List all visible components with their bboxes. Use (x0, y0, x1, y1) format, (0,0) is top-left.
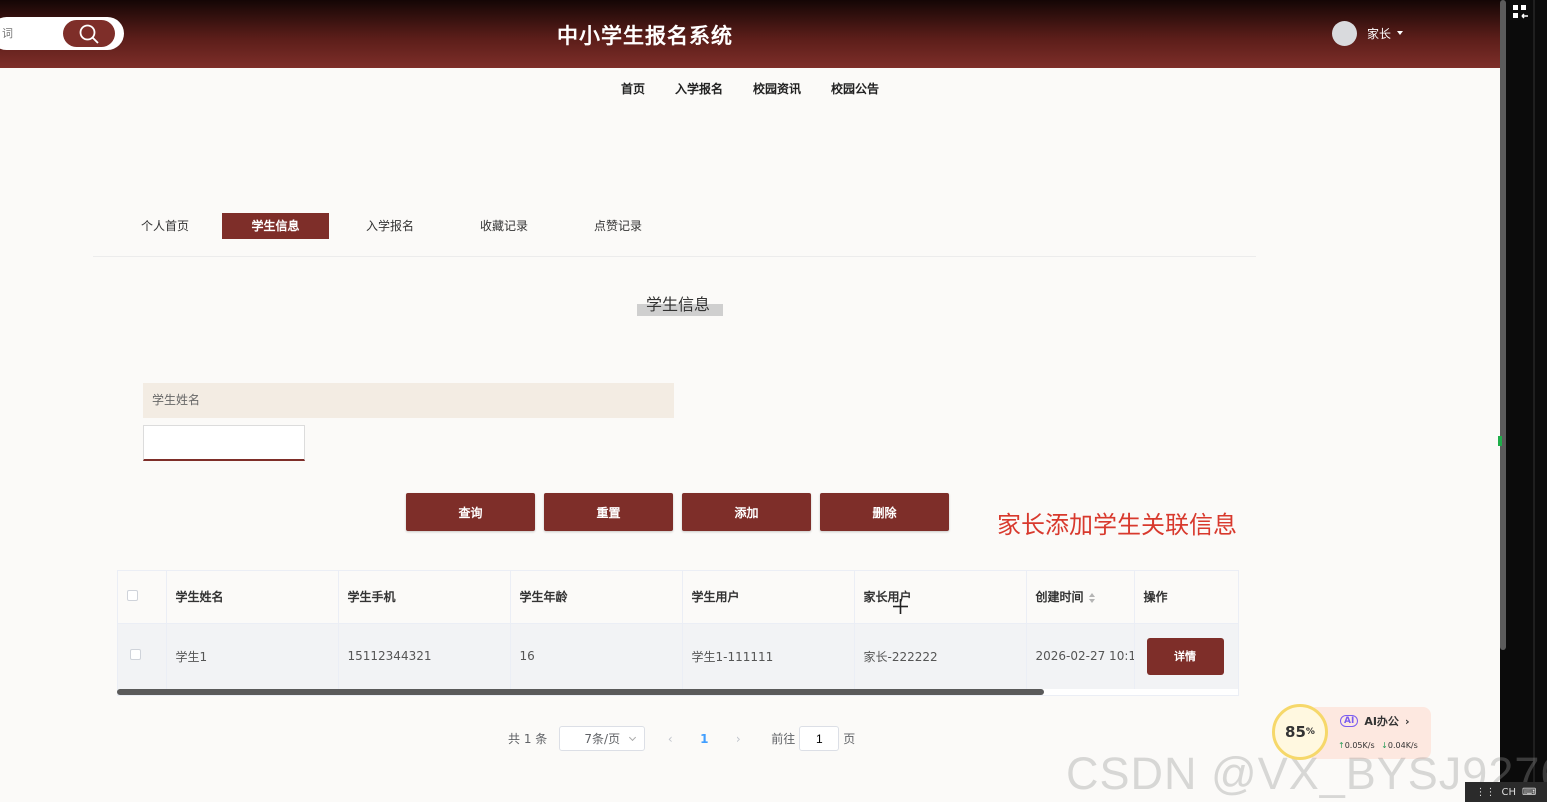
chevron-right-icon: › (1404, 714, 1410, 728)
select-all-cell (118, 571, 167, 624)
col-created-time[interactable]: 创建时间 (1026, 571, 1135, 624)
user-name: 家长 (1367, 26, 1392, 41)
col-student-phone: 学生手机 (338, 571, 511, 624)
col-actions: 操作 (1134, 571, 1238, 624)
sort-icon[interactable] (1088, 592, 1095, 603)
detail-button[interactable]: 详情 (1146, 637, 1224, 675)
strip-divider (1533, 0, 1535, 802)
system-tray: ⋮⋮ CH ⌨ (1465, 782, 1547, 802)
prev-page-button[interactable]: ‹ (653, 732, 687, 746)
profile-tabs: 个人首页 学生信息 入学报名 收藏记录 点赞记录 (108, 213, 675, 239)
main-nav: 首页 入学报名 校园资讯 校园公告 (0, 80, 1500, 98)
user-menu[interactable]: 家长 (1332, 20, 1404, 46)
search-box (0, 17, 124, 50)
right-panel-strip (1500, 0, 1547, 802)
row-checkbox[interactable] (130, 649, 141, 661)
pagination: 共 1 条 7条/页 ‹ 1 › 前往 页 (508, 726, 855, 751)
select-all-checkbox[interactable] (127, 589, 138, 601)
tab-likes[interactable]: 点赞记录 (561, 213, 675, 239)
cell-created-time: 2026-02-27 10:19:0 (1026, 623, 1135, 689)
action-bar: 查询 重置 添加 删除 (406, 493, 949, 531)
avatar (1332, 20, 1357, 46)
page-size-select[interactable]: 7条/页 (559, 726, 646, 751)
memory-gauge: 85% (1272, 704, 1328, 760)
tab-divider (93, 256, 1256, 257)
col-created-time-label: 创建时间 (1035, 590, 1084, 605)
input-language[interactable]: CH (1502, 787, 1517, 798)
chevron-down-icon (629, 733, 637, 742)
student-name-input[interactable] (143, 425, 305, 461)
ai-badge: AI (1340, 715, 1359, 727)
horizontal-scrollbar[interactable] (117, 689, 1044, 695)
student-table: 学生姓名 学生手机 学生年龄 学生用户 家长用户 创建时间 操作 学生1 151… (117, 570, 1239, 696)
next-page-button[interactable]: › (721, 732, 755, 746)
crosshair-cursor-icon (893, 599, 908, 614)
reset-button[interactable]: 重置 (544, 493, 673, 531)
table-row: 学生1 15112344321 16 学生1-111111 家长-222222 … (118, 623, 1238, 689)
page-suffix: 页 (843, 732, 856, 746)
total-count: 共 1 条 (508, 732, 548, 746)
query-button[interactable]: 查询 (406, 493, 535, 531)
tab-student-info[interactable]: 学生信息 (222, 213, 329, 239)
filter-label: 学生姓名 (143, 383, 674, 418)
col-parent-user: 家长用户 (854, 571, 1027, 624)
section-title: 学生信息 (645, 295, 710, 314)
page-size-value: 7条/页 (584, 732, 621, 746)
tab-favorites[interactable]: 收藏记录 (447, 213, 561, 239)
search-input[interactable] (0, 17, 54, 50)
caret-down-icon (1397, 31, 1404, 35)
tab-profile-home[interactable]: 个人首页 (108, 213, 222, 239)
cell-student-name: 学生1 (166, 623, 339, 689)
nav-item-home[interactable]: 首页 (606, 80, 660, 98)
gauge-unit: % (1305, 727, 1315, 737)
col-student-user: 学生用户 (682, 571, 855, 624)
nav-item-news[interactable]: 校园资讯 (738, 80, 816, 98)
add-button[interactable]: 添加 (682, 493, 811, 531)
tab-enroll[interactable]: 入学报名 (333, 213, 447, 239)
page-number[interactable]: 1 (687, 732, 721, 746)
search-icon (79, 24, 99, 44)
vertical-scrollbar[interactable] (1500, 0, 1506, 650)
table-header-row: 学生姓名 学生手机 学生年龄 学生用户 家长用户 创建时间 操作 (118, 571, 1238, 624)
ai-office-label: AI办公 (1364, 715, 1399, 728)
annotation-text: 家长添加学生关联信息 (997, 511, 1237, 539)
keyboard-icon[interactable]: ⌨ (1522, 787, 1536, 798)
cell-actions: 详情 (1134, 623, 1238, 689)
gauge-percent: 85 (1285, 723, 1306, 741)
goto-page-input[interactable] (799, 726, 840, 751)
cell-student-phone: 15112344321 (338, 623, 511, 689)
minimize-window-icon[interactable] (1512, 4, 1530, 22)
nav-item-enroll[interactable]: 入学报名 (660, 80, 738, 98)
ai-office-link[interactable]: AI AI办公 › (1340, 713, 1409, 729)
goto-label: 前往 (771, 732, 796, 746)
drag-dots-icon: ⋮⋮ (1475, 786, 1496, 798)
row-select-cell (118, 623, 167, 689)
cell-student-age: 16 (510, 623, 683, 689)
nav-item-notice[interactable]: 校园公告 (816, 80, 894, 98)
delete-button[interactable]: 删除 (820, 493, 949, 531)
cell-student-user: 学生1-111111 (682, 623, 855, 689)
col-student-name: 学生姓名 (166, 571, 339, 624)
cell-parent-user: 家长-222222 (854, 623, 1027, 689)
top-header: 中小学生报名系统 家长 (0, 0, 1500, 68)
status-marker (1498, 436, 1502, 446)
app-title: 中小学生报名系统 (557, 24, 733, 48)
col-student-age: 学生年龄 (510, 571, 683, 624)
search-button[interactable] (63, 20, 115, 47)
